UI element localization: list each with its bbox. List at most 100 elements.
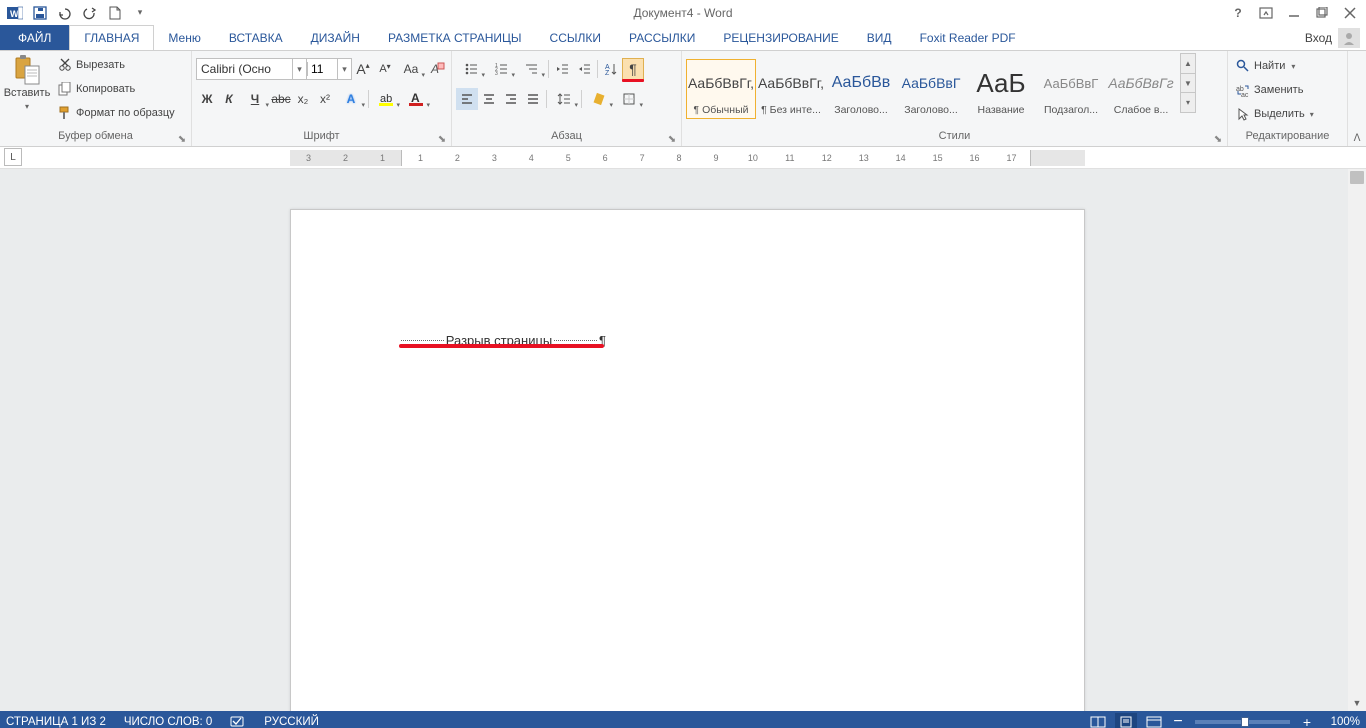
bold-button[interactable]: Ж bbox=[196, 88, 218, 110]
view-print-layout-icon[interactable] bbox=[1115, 713, 1137, 728]
style-item-2[interactable]: АаБбВвЗаголово... bbox=[826, 59, 896, 119]
align-right-button[interactable] bbox=[500, 88, 522, 110]
style-item-5[interactable]: АаБбВвГПодзагол... bbox=[1036, 59, 1106, 119]
font-launcher[interactable]: ⬊ bbox=[436, 133, 448, 145]
font-color-button[interactable]: A▾ bbox=[401, 88, 431, 110]
align-justify-button[interactable] bbox=[522, 88, 544, 110]
borders-button[interactable]: ▾ bbox=[614, 88, 644, 110]
ribbon: Вставить ▾ Вырезать Копировать Формат по… bbox=[0, 51, 1366, 147]
decrease-font-size-button[interactable]: A▾ bbox=[374, 58, 396, 80]
group-label-editing: Редактирование bbox=[1232, 130, 1343, 146]
close-button[interactable] bbox=[1338, 2, 1362, 24]
tab-review[interactable]: РЕЦЕНЗИРОВАНИЕ bbox=[709, 25, 852, 50]
text-highlight-button[interactable]: ab▾ bbox=[371, 88, 401, 110]
change-case-button[interactable]: Aa▾ bbox=[396, 58, 426, 80]
text-effects-button[interactable]: A▾ bbox=[336, 88, 366, 110]
tab-page-layout[interactable]: РАЗМЕТКА СТРАНИЦЫ bbox=[374, 25, 536, 50]
group-paragraph: ▾ 123▾ ▾ AZ ¶ ▾ ▾ ▾ Абза bbox=[452, 51, 682, 146]
copy-button[interactable]: Копировать bbox=[54, 78, 178, 100]
style-item-1[interactable]: АаБбВвГг,¶ Без инте... bbox=[756, 59, 826, 119]
tab-file[interactable]: ФАЙЛ bbox=[0, 25, 69, 50]
multilevel-list-button[interactable]: ▾ bbox=[516, 58, 546, 80]
view-web-layout-icon[interactable] bbox=[1143, 713, 1165, 728]
scrollbar-thumb[interactable] bbox=[1350, 171, 1364, 184]
tab-selector[interactable]: L bbox=[4, 148, 22, 166]
tab-mailings[interactable]: РАССЫЛКИ bbox=[615, 25, 709, 50]
vertical-scrollbar[interactable]: ▲ ▼ bbox=[1348, 169, 1366, 711]
word-app-icon[interactable]: W bbox=[4, 2, 26, 24]
qat-customize-dropdown[interactable]: ▾ bbox=[129, 2, 151, 24]
tab-foxit[interactable]: Foxit Reader PDF bbox=[906, 25, 1030, 50]
tab-home[interactable]: ГЛАВНАЯ bbox=[69, 25, 154, 50]
tab-view[interactable]: ВИД bbox=[853, 25, 906, 50]
scroll-down-icon[interactable]: ▼ bbox=[1348, 695, 1366, 711]
style-item-0[interactable]: АаБбВвГг,¶ Обычный bbox=[686, 59, 756, 119]
clipboard-launcher[interactable]: ⬊ bbox=[176, 133, 188, 145]
document-page[interactable]: Разрыв страницы ¶ bbox=[290, 209, 1085, 711]
style-item-6[interactable]: АаБбВвГгСлабое в... bbox=[1106, 59, 1176, 119]
style-item-4[interactable]: АаБНазвание bbox=[966, 59, 1036, 119]
maximize-button[interactable] bbox=[1310, 2, 1334, 24]
user-avatar-icon[interactable] bbox=[1338, 28, 1360, 48]
increase-font-size-button[interactable]: A▴ bbox=[352, 58, 374, 80]
window-controls: ? bbox=[1226, 2, 1366, 24]
help-button[interactable]: ? bbox=[1226, 2, 1250, 24]
bulleted-list-button[interactable]: ▾ bbox=[456, 58, 486, 80]
view-read-mode-icon[interactable] bbox=[1087, 713, 1109, 728]
format-painter-button[interactable]: Формат по образцу bbox=[54, 102, 178, 124]
zoom-level[interactable]: 100% bbox=[1320, 716, 1360, 728]
ribbon-display-options-icon[interactable] bbox=[1254, 2, 1278, 24]
numbered-list-button[interactable]: 123▾ bbox=[486, 58, 516, 80]
svg-text:3: 3 bbox=[495, 71, 498, 76]
paragraph-launcher[interactable]: ⬊ bbox=[666, 133, 678, 145]
paste-button[interactable]: Вставить ▾ bbox=[4, 53, 50, 125]
zoom-in-button[interactable]: + bbox=[1300, 713, 1314, 728]
subscript-button[interactable]: x₂ bbox=[292, 88, 314, 110]
redo-icon[interactable] bbox=[79, 2, 101, 24]
tab-insert[interactable]: ВСТАВКА bbox=[215, 25, 297, 50]
cut-button[interactable]: Вырезать bbox=[54, 54, 178, 76]
style-item-3[interactable]: АаБбВвГЗаголово... bbox=[896, 59, 966, 119]
align-left-button[interactable] bbox=[456, 88, 478, 110]
strikethrough-button[interactable]: abc bbox=[270, 88, 292, 110]
sort-button[interactable]: AZ bbox=[600, 58, 622, 80]
zoom-slider[interactable] bbox=[1195, 720, 1290, 724]
styles-gallery-expand[interactable]: ▲ ▼ ▾ bbox=[1180, 53, 1196, 113]
status-language[interactable]: РУССКИЙ bbox=[264, 716, 319, 728]
align-center-button[interactable] bbox=[478, 88, 500, 110]
line-spacing-button[interactable]: ▾ bbox=[549, 88, 579, 110]
zoom-slider-handle[interactable] bbox=[1241, 717, 1249, 727]
gallery-scroll-down-icon[interactable]: ▼ bbox=[1181, 74, 1195, 94]
new-document-icon[interactable] bbox=[104, 2, 126, 24]
cursor-select-icon bbox=[1235, 106, 1251, 122]
status-spellcheck-icon[interactable] bbox=[230, 715, 246, 728]
undo-icon[interactable] bbox=[54, 2, 76, 24]
font-name-combobox[interactable]: Calibri (Осно ▾ bbox=[196, 58, 307, 80]
select-button[interactable]: Выделить ▾ bbox=[1232, 103, 1317, 125]
underline-button[interactable]: Ч▾ bbox=[240, 88, 270, 110]
status-page[interactable]: СТРАНИЦА 1 ИЗ 2 bbox=[6, 716, 106, 728]
font-size-combobox[interactable]: 11 ▾ bbox=[306, 58, 352, 80]
show-paragraph-marks-button[interactable]: ¶ bbox=[622, 58, 644, 80]
italic-button[interactable]: К bbox=[218, 88, 240, 110]
collapse-ribbon[interactable]: ᐱ bbox=[1348, 51, 1366, 146]
replace-button[interactable]: abac Заменить bbox=[1232, 79, 1317, 101]
status-word-count[interactable]: ЧИСЛО СЛОВ: 0 bbox=[124, 716, 212, 728]
find-button[interactable]: Найти ▾ bbox=[1232, 55, 1317, 77]
zoom-out-button[interactable]: − bbox=[1171, 713, 1185, 728]
gallery-scroll-up-icon[interactable]: ▲ bbox=[1181, 54, 1195, 74]
increase-indent-button[interactable] bbox=[573, 58, 595, 80]
horizontal-ruler[interactable]: 321 1234567891011121314151617 bbox=[290, 150, 1085, 166]
superscript-button[interactable]: x² bbox=[314, 88, 336, 110]
shading-button[interactable]: ▾ bbox=[584, 88, 614, 110]
gallery-more-icon[interactable]: ▾ bbox=[1181, 93, 1195, 112]
decrease-indent-button[interactable] bbox=[551, 58, 573, 80]
login-link[interactable]: Вход bbox=[1305, 31, 1332, 45]
tab-references[interactable]: ССЫЛКИ bbox=[536, 25, 615, 50]
tab-design[interactable]: ДИЗАЙН bbox=[297, 25, 374, 50]
save-icon[interactable] bbox=[29, 2, 51, 24]
clear-formatting-button[interactable]: A bbox=[426, 58, 448, 80]
minimize-button[interactable] bbox=[1282, 2, 1306, 24]
tab-menu[interactable]: Меню bbox=[154, 25, 214, 50]
styles-launcher[interactable]: ⬊ bbox=[1212, 133, 1224, 145]
